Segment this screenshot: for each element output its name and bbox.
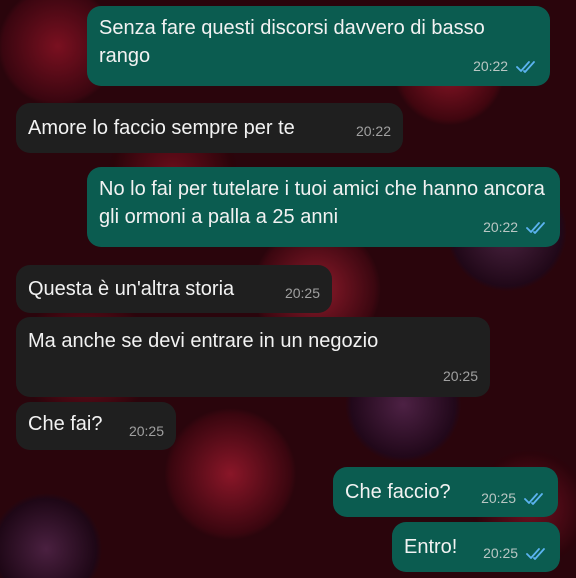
message-meta: 20:25 [285,279,320,307]
message-time: 20:22 [473,58,509,74]
message-bubble-outgoing[interactable]: Entro! 20:25 [392,522,560,572]
message-time: 20:25 [442,368,478,384]
message-meta: 20:25 [483,539,548,567]
message-text: Entro! [404,536,458,558]
message-time: 20:22 [355,123,391,139]
message-meta: 20:25 [129,417,164,445]
message-bubble-incoming[interactable]: Amore lo faccio sempre per te 20:22 [16,103,403,153]
message-text: No lo fai per tutelare i tuoi amici che … [99,178,545,228]
message-text: Che fai? [28,413,103,435]
message-bubble-incoming[interactable]: Che fai? 20:25 [16,402,176,450]
double-check-icon [516,60,538,74]
message-text: Che faccio? [345,481,451,503]
message-time: 20:25 [128,423,164,439]
message-time: 20:25 [284,285,320,301]
message-meta: 20:25 [443,362,478,390]
message-text: Amore lo faccio sempre per te [28,117,295,139]
message-text: Senza fare questi discorsi davvero di ba… [99,17,485,67]
double-check-icon [526,221,548,235]
message-meta: 20:22 [473,52,538,80]
double-check-icon [526,547,548,561]
message-meta: 20:25 [481,484,546,512]
message-bubble-outgoing[interactable]: Che faccio? 20:25 [333,467,558,517]
message-bubble-outgoing[interactable]: No lo fai per tutelare i tuoi amici che … [87,167,560,247]
message-meta: 20:22 [483,213,548,241]
message-text: Ma anche se devi entrare in un negozio [28,330,379,352]
message-bubble-incoming[interactable]: Questa è un'altra storia 20:25 [16,265,332,313]
message-time: 20:22 [483,219,519,235]
message-bubble-outgoing[interactable]: Senza fare questi discorsi davvero di ba… [87,6,550,86]
message-time: 20:25 [483,545,519,561]
message-meta: 20:22 [356,117,391,145]
message-bubble-incoming[interactable]: Ma anche se devi entrare in un negozio 2… [16,317,490,397]
message-text: Questa è un'altra storia [28,278,235,300]
double-check-icon [524,492,546,506]
message-time: 20:25 [481,490,517,506]
